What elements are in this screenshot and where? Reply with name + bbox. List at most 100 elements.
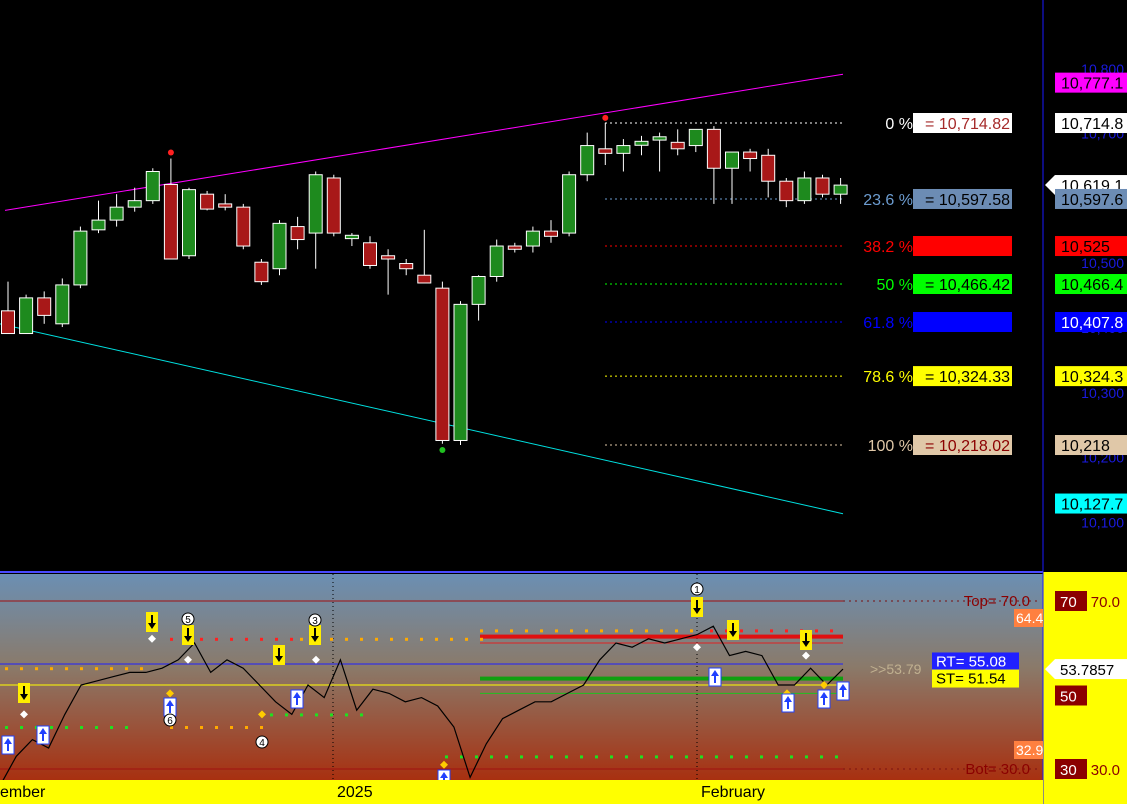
signal-dot <box>125 726 128 729</box>
swing-number-label: 6 <box>167 716 173 727</box>
signal-dot <box>330 637 333 641</box>
signal-dot <box>450 637 453 641</box>
candle-body <box>55 284 70 325</box>
candle-body <box>670 141 685 150</box>
signal-dot <box>710 629 713 633</box>
signal-dot <box>585 629 588 633</box>
candle-body <box>580 145 595 176</box>
signal-dot <box>830 629 833 633</box>
swing-low-marker <box>439 447 446 454</box>
signal-dot <box>820 755 823 759</box>
signal-dot <box>390 637 393 641</box>
candle-body <box>598 148 613 154</box>
candle-body <box>109 206 124 221</box>
swing-number-label: 4 <box>259 738 265 749</box>
signal-dot <box>270 713 273 717</box>
signal-dot <box>275 637 278 641</box>
signal-dot <box>790 755 793 759</box>
signal-dot <box>595 755 598 759</box>
candle-body <box>489 245 504 277</box>
signal-dot <box>65 726 68 729</box>
signal-dot <box>770 629 773 633</box>
signal-dot <box>315 713 318 717</box>
price-scale-value: 10,714.8 <box>1061 116 1123 133</box>
signal-dot <box>5 726 8 729</box>
signal-dot <box>260 726 263 729</box>
fib-percent-label: 0 % <box>885 116 913 133</box>
signal-dot <box>670 755 673 759</box>
fib-percent-label: 23.6 % <box>863 192 913 209</box>
price-tick-label: 10,100 <box>1081 514 1124 530</box>
candle-body <box>815 177 830 195</box>
swing-high-marker <box>602 114 609 121</box>
candle-body <box>73 230 88 286</box>
signal-dot <box>580 755 583 759</box>
x-axis-label: ember <box>0 784 46 801</box>
fib-value-label: = 10,525.04 <box>925 239 1010 256</box>
price-scale-value: 10,218 <box>1061 438 1110 455</box>
signal-dot <box>495 629 498 633</box>
candle-body <box>797 177 812 202</box>
candle-body <box>833 184 848 195</box>
swing-number-label: 5 <box>185 615 191 626</box>
fib-percent-label: 100 % <box>868 438 913 455</box>
signal-dot <box>510 629 513 633</box>
signal-dot <box>715 755 718 759</box>
signal-dot <box>5 667 8 671</box>
signal-dot <box>215 726 218 729</box>
signal-dot <box>625 755 628 759</box>
signal-dot <box>345 637 348 641</box>
candle-body <box>1 310 15 335</box>
signal-dot <box>760 755 763 759</box>
signal-dot <box>555 629 558 633</box>
fib-percent-label: 38.2 % <box>863 239 913 256</box>
price-tick-label: 10,300 <box>1081 385 1124 401</box>
signal-dot <box>360 637 363 641</box>
signal-dot <box>655 755 658 759</box>
swing-high-marker <box>167 149 174 156</box>
signal-dot <box>140 667 143 671</box>
candle-body <box>761 154 776 182</box>
signal-dot <box>815 629 818 633</box>
signal-dot <box>215 637 218 641</box>
signal-dot <box>300 637 303 641</box>
signal-dot <box>80 667 83 671</box>
candle-body <box>272 222 287 270</box>
candle-body <box>453 303 468 441</box>
orange-low-label: 32.9 <box>1016 742 1043 758</box>
candle-body <box>363 242 377 266</box>
fib-value-label: = 10,218.02 <box>925 438 1010 455</box>
candle-body <box>127 200 142 208</box>
price-scale-value: 10,597.6 <box>1061 192 1123 209</box>
top-level-label: Top= 70.0 <box>964 593 1030 610</box>
st-label: ST= 51.54 <box>936 671 1006 688</box>
signal-dot <box>125 667 128 671</box>
signal-dot <box>330 713 333 717</box>
signal-dot <box>345 713 348 717</box>
candle-body <box>725 151 739 169</box>
candle-body <box>688 128 703 147</box>
support-band <box>480 676 843 681</box>
osc-scale-bot: 30.0 <box>1091 762 1120 779</box>
osc-scale-box-label: 30 <box>1060 762 1077 779</box>
signal-dot <box>805 755 808 759</box>
signal-dot <box>420 637 423 641</box>
signal-dot <box>775 755 778 759</box>
fib-value-label: = 10,597.58 <box>925 192 1010 209</box>
signal-dot <box>35 667 38 671</box>
candle-body <box>163 183 178 260</box>
candle-body <box>435 287 450 441</box>
signal-dot <box>480 637 483 641</box>
x-axis[interactable] <box>0 780 1043 804</box>
candle-body <box>616 145 631 154</box>
candle-body <box>290 226 305 241</box>
signal-dot <box>565 755 568 759</box>
fib-percent-label: 78.6 % <box>863 369 913 386</box>
signal-dot <box>535 755 538 759</box>
signal-dot <box>50 726 53 729</box>
osc-scale-box-label: 50 <box>1060 689 1077 706</box>
osc-current-value: 53.7857 <box>1060 662 1114 679</box>
signal-dot <box>65 667 68 671</box>
fib-percent-label: 61.8 % <box>863 315 913 332</box>
signal-dot <box>405 637 408 641</box>
